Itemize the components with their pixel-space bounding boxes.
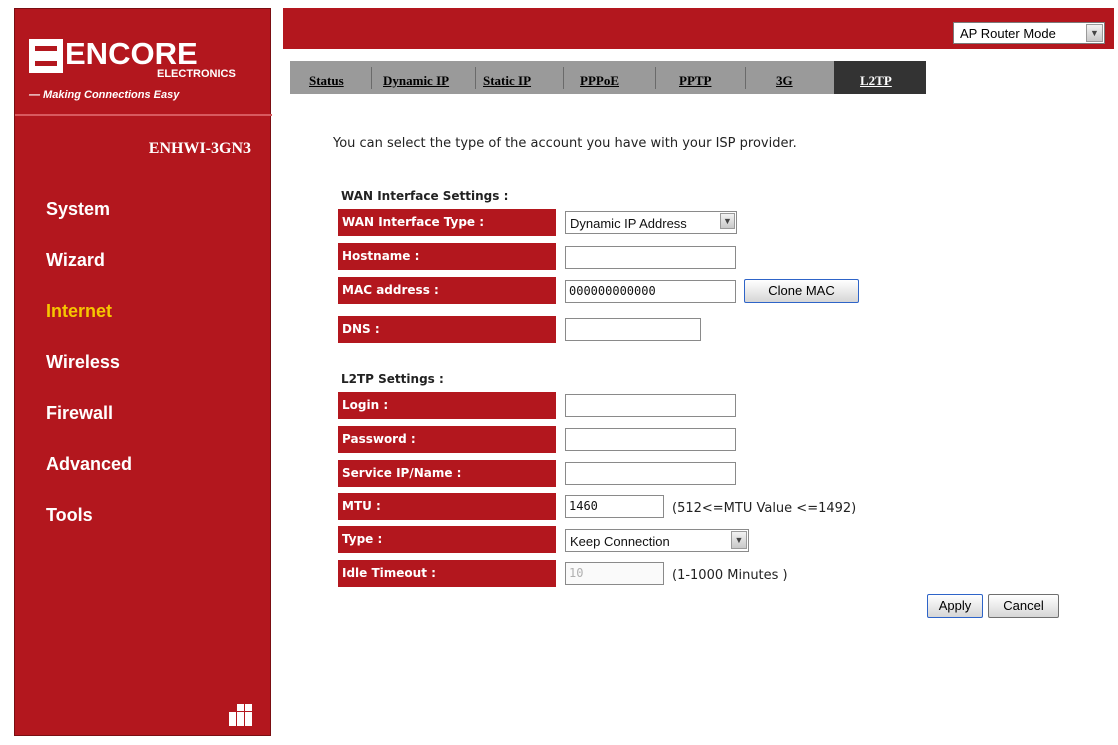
l2tp-settings-title: L2TP Settings : [341, 372, 444, 386]
mode-select[interactable]: AP Router Mode ▼ [953, 22, 1105, 44]
tab-divider [655, 67, 656, 89]
mac-address-input[interactable]: 000000000000 [565, 280, 736, 303]
tab-pptp[interactable]: PPTP [679, 73, 712, 89]
intro-text: You can select the type of the account y… [333, 136, 797, 151]
connection-type-select[interactable]: Keep Connection ▼ [565, 529, 749, 552]
grid-icon [229, 704, 253, 726]
chevron-down-icon[interactable]: ▼ [731, 531, 747, 549]
service-ip-name-label: Service IP/Name : [338, 460, 556, 487]
tab-dynamic-ip[interactable]: Dynamic IP [383, 73, 449, 89]
tab-3g[interactable]: 3G [776, 73, 793, 89]
sidebar-item-system[interactable]: System [46, 199, 110, 220]
idle-timeout-label: Idle Timeout : [338, 560, 556, 587]
cancel-button[interactable]: Cancel [988, 594, 1059, 618]
brand-sub: ELECTRONICS [157, 68, 236, 80]
tab-divider [563, 67, 564, 89]
service-ip-name-input[interactable] [565, 462, 736, 485]
tab-l2tp[interactable]: L2TP [860, 73, 892, 89]
mtu-input[interactable]: 1460 [565, 495, 664, 518]
model-name: ENHWI-3GN3 [148, 140, 251, 157]
sidebar: ENCORE ELECTRONICS — Making Connections … [14, 8, 272, 736]
wan-interface-type-label: WAN Interface Type : [338, 209, 556, 236]
brand-tagline: — Making Connections Easy [29, 89, 180, 101]
idle-timeout-input[interactable]: 10 [565, 562, 664, 585]
dns-input[interactable] [565, 318, 701, 341]
clone-mac-button[interactable]: Clone MAC [744, 279, 859, 303]
mac-address-label: MAC address : [338, 277, 556, 304]
sidebar-item-firewall[interactable]: Firewall [46, 403, 113, 424]
tab-divider [371, 67, 372, 89]
encore-e-icon [29, 39, 63, 73]
mode-select-value: AP Router Mode [960, 26, 1056, 41]
type-label: Type : [338, 526, 556, 553]
sidebar-item-advanced[interactable]: Advanced [46, 454, 132, 475]
login-input[interactable] [565, 394, 736, 417]
sidebar-item-tools[interactable]: Tools [46, 505, 93, 526]
wan-settings-title: WAN Interface Settings : [341, 189, 509, 203]
password-label: Password : [338, 426, 556, 453]
tab-pppoe[interactable]: PPPoE [580, 73, 619, 89]
brand-name: ENCORE [65, 36, 198, 71]
mtu-range-note: (512<=MTU Value <=1492) [672, 501, 857, 516]
sidebar-item-wireless[interactable]: Wireless [46, 352, 120, 373]
chevron-down-icon[interactable]: ▼ [1086, 24, 1103, 42]
login-label: Login : [338, 392, 556, 419]
mtu-label: MTU : [338, 493, 556, 520]
tab-static-ip[interactable]: Static IP [483, 73, 531, 89]
wan-interface-type-select[interactable]: Dynamic IP Address ▼ [565, 211, 737, 234]
idle-timeout-note: (1-1000 Minutes ) [672, 568, 788, 583]
divider [15, 114, 272, 116]
dns-label: DNS : [338, 316, 556, 343]
encore-logo: ENCORE ELECTRONICS [29, 37, 259, 81]
hostname-input[interactable] [565, 246, 736, 269]
tab-divider [745, 67, 746, 89]
tab-status[interactable]: Status [309, 73, 344, 89]
sidebar-item-internet[interactable]: Internet [46, 301, 112, 322]
chevron-down-icon[interactable]: ▼ [720, 213, 735, 229]
router-admin-page: ENCORE ELECTRONICS — Making Connections … [0, 0, 1118, 745]
wan-interface-type-value: Dynamic IP Address [570, 216, 687, 231]
sidebar-item-wizard[interactable]: Wizard [46, 250, 105, 271]
apply-button[interactable]: Apply [927, 594, 983, 618]
tab-divider [475, 67, 476, 89]
hostname-label: Hostname : [338, 243, 556, 270]
connection-type-value: Keep Connection [570, 534, 670, 549]
password-input[interactable] [565, 428, 736, 451]
